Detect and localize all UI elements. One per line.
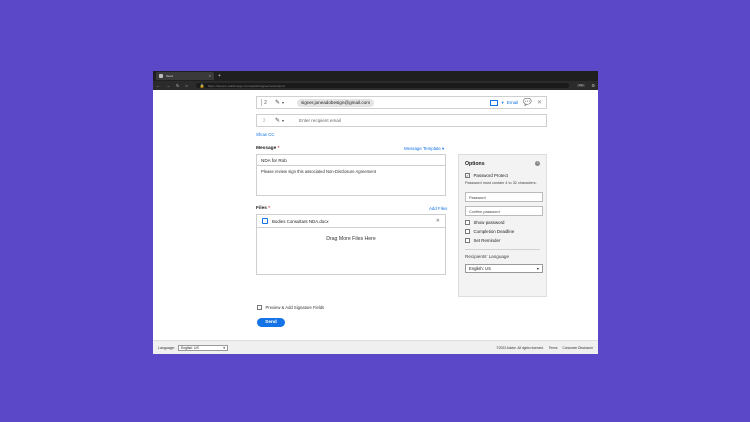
divider: [465, 249, 540, 251]
message-label: Message *: [256, 146, 280, 151]
preview-checkbox[interactable]: Preview & Add Signature Fields: [257, 305, 324, 310]
chevron-down-icon: ▾: [536, 266, 539, 272]
remove-recipient-icon[interactable]: ✕: [537, 100, 542, 106]
set-reminder-checkbox[interactable]: Set Reminder: [465, 238, 540, 243]
settings-icon[interactable]: ⚙: [591, 83, 595, 88]
message-body-input[interactable]: Please review sign this associated Non-D…: [257, 166, 445, 177]
chevron-down-icon: ▾: [282, 118, 285, 123]
address-bar[interactable]: 🔒 https://secure.adobesign.com/public/ag…: [195, 82, 569, 88]
completion-deadline-label: Completion Deadline: [473, 229, 515, 235]
new-tab-button[interactable]: +: [218, 73, 221, 79]
checkbox-checked-icon: ✓: [465, 173, 470, 179]
checkbox-icon: [465, 220, 470, 225]
forward-icon[interactable]: →: [166, 83, 170, 88]
footer-language-value: English: US: [181, 345, 199, 350]
pen-icon: ✎: [275, 118, 281, 124]
preview-label: Preview & Add Signature Fields: [265, 305, 325, 310]
mail-icon: [490, 99, 499, 106]
footer-links: ©2023 Adobe. All rights reserved. Terms …: [496, 346, 593, 350]
help-icon[interactable]: ?: [535, 161, 540, 166]
close-tab-icon[interactable]: ×: [209, 74, 211, 78]
delivery-method-label: Email: [506, 100, 519, 105]
recipient-email-chip[interactable]: signer.janeadobesign@gmail.com: [297, 98, 375, 107]
recipient-order[interactable]: 2: [257, 99, 271, 106]
back-icon[interactable]: ←: [156, 83, 160, 88]
completion-deadline-checkbox[interactable]: Completion Deadline: [465, 229, 540, 234]
tab-bar: Send × +: [153, 71, 598, 81]
password-input[interactable]: Password: [465, 192, 543, 203]
remove-file-icon[interactable]: ✕: [436, 218, 440, 224]
footer-language-select[interactable]: English: US ▾: [178, 344, 228, 351]
role-selector[interactable]: ✎ ▾: [275, 99, 293, 106]
recipient-number: 2: [264, 99, 267, 106]
confirm-password-input[interactable]: Confirm password: [465, 206, 543, 217]
options-title: Options: [465, 161, 485, 167]
show-password-checkbox[interactable]: Show password: [465, 220, 540, 225]
recipients-language-value: English: US: [469, 266, 491, 272]
pen-icon: ✎: [275, 100, 281, 106]
browser-toolbar: ← → ↻ ⌂ 🔒 https://secure.adobesign.com/p…: [153, 81, 598, 90]
reload-icon[interactable]: ↻: [176, 83, 179, 88]
document-icon: [262, 218, 268, 224]
recipient-email-input[interactable]: Enter recipient email: [299, 118, 341, 123]
browser-window: Send × + ← → ↻ ⌂ 🔒 https://secure.adobes…: [153, 71, 598, 354]
drop-zone[interactable]: Drag More Files Here: [257, 236, 445, 242]
terms-link[interactable]: Terms: [549, 346, 558, 350]
consumer-disclosure-link[interactable]: Consumer Disclosure: [563, 346, 593, 350]
show-cc-link[interactable]: Show CC: [256, 132, 275, 137]
checkbox-icon: [257, 305, 262, 310]
delivery-method-selector[interactable]: ▾ Email: [490, 99, 519, 106]
recipients-language-label: Recipients' Language: [465, 254, 510, 260]
files-label: Files *: [256, 206, 271, 211]
recipient-row: 3 ✎ ▾ Enter recipient email: [256, 114, 547, 127]
recipient-order[interactable]: 3: [257, 118, 271, 124]
message-box: NDA for Rob Please review sign this asso…: [256, 154, 446, 196]
password-protect-label: Password Protect: [473, 173, 508, 178]
message-title-input[interactable]: NDA for Rob: [257, 155, 445, 166]
zoom-badge[interactable]: 1.0x: [576, 84, 586, 87]
add-files-link[interactable]: Add Files: [429, 206, 447, 211]
url-text: https://secure.adobesign.com/public/agre…: [207, 83, 285, 88]
set-reminder-label: Set Reminder: [473, 238, 501, 244]
drag-handle-icon[interactable]: [261, 99, 263, 106]
page-footer: Language: English: US ▾ ©2023 Adobe. All…: [153, 340, 598, 354]
recipient-row: 2 ✎ ▾ signer.janeadobesign@gmail.com ▾ E…: [256, 96, 547, 109]
options-panel: Options ? ✓ Password Protect Password mu…: [458, 154, 547, 297]
private-message-icon[interactable]: 💬: [523, 99, 532, 106]
password-protect-checkbox[interactable]: ✓ Password Protect: [465, 173, 540, 178]
password-hint: Password must contain 4 to 32 characters…: [465, 181, 537, 185]
recipient-number: 3: [262, 117, 266, 124]
send-button[interactable]: Send: [257, 318, 285, 327]
chevron-down-icon: ▾: [223, 345, 225, 350]
files-box: Bodies Consultant NDA.docx ✕ Drag More F…: [256, 214, 446, 275]
show-password-label: Show password: [473, 220, 505, 226]
favicon-icon: [159, 74, 163, 78]
send-page: 2 ✎ ▾ signer.janeadobesign@gmail.com ▾ E…: [153, 90, 598, 354]
chevron-down-icon: ▾: [501, 99, 504, 105]
recipients-language-select[interactable]: English: US ▾: [465, 264, 543, 274]
checkbox-icon: [465, 238, 470, 243]
browser-tab[interactable]: Send ×: [156, 72, 214, 80]
copyright-text: ©2023 Adobe. All rights reserved.: [496, 345, 544, 350]
footer-language-label: Language:: [158, 345, 175, 350]
lock-icon: 🔒: [199, 82, 205, 88]
home-icon[interactable]: ⌂: [185, 83, 187, 88]
role-selector[interactable]: ✎ ▾: [275, 117, 293, 124]
message-template-link[interactable]: Message Template ▾: [404, 146, 444, 152]
chevron-down-icon: ▾: [282, 100, 285, 105]
file-item: Bodies Consultant NDA.docx ✕: [257, 215, 445, 228]
tab-title: Send: [166, 74, 174, 78]
file-name: Bodies Consultant NDA.docx: [272, 218, 329, 224]
checkbox-icon: [465, 229, 470, 234]
